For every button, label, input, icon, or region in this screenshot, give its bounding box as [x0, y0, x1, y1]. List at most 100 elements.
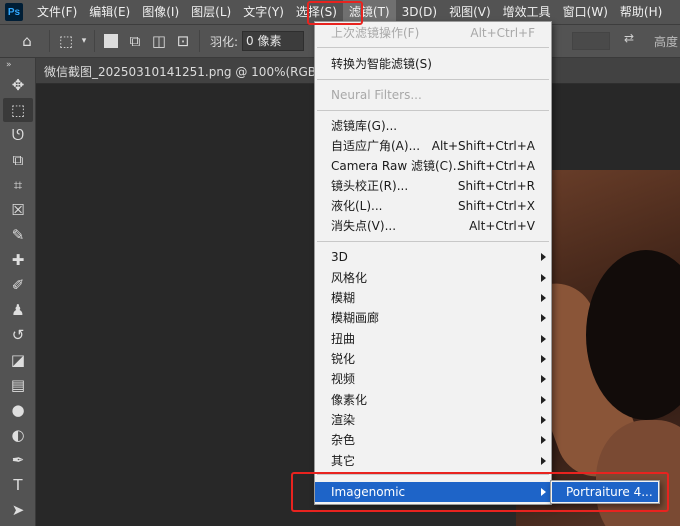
gradient-tool-icon[interactable]: ▤: [3, 373, 33, 397]
feather-input[interactable]: 0 像素: [242, 31, 305, 51]
frame-tool-icon[interactable]: ☒: [3, 198, 33, 222]
menu-other[interactable]: 其它: [315, 451, 551, 471]
shortcut-label: Alt+Shift+Ctrl+A: [431, 139, 535, 153]
menu-camera-raw[interactable]: Camera Raw 滤镜(C)... Shift+Ctrl+A: [315, 156, 551, 176]
menu-item-label: Neural Filters...: [331, 88, 422, 102]
crop-tool-icon[interactable]: ⌗: [3, 173, 33, 197]
menu-window[interactable]: 窗口(W): [557, 0, 614, 24]
divider: [199, 30, 200, 52]
divider: [49, 30, 50, 52]
menu-filter-gallery[interactable]: 滤镜库(G)...: [315, 116, 551, 136]
width-input[interactable]: [572, 32, 610, 50]
submenu-arrow-icon: [541, 416, 546, 424]
menu-item-label: Camera Raw 滤镜(C)...: [331, 159, 465, 173]
menu-item-label: 杂色: [331, 433, 356, 447]
menu-separator: [317, 79, 549, 80]
menu-item-label: 扭曲: [331, 332, 356, 346]
menu-type[interactable]: 文字(Y): [237, 0, 290, 24]
submenu-arrow-icon: [541, 436, 546, 444]
intersect-selection-icon[interactable]: ⊡: [171, 29, 195, 53]
type-tool-icon[interactable]: T: [3, 473, 33, 497]
submenu-arrow-icon: [541, 294, 546, 302]
feather-label: 羽化:: [210, 34, 239, 49]
menu-item-label: 3D: [331, 250, 348, 264]
new-selection-icon[interactable]: [99, 29, 123, 53]
menu-last-filter: 上次滤镜操作(F) Alt+Ctrl+F: [315, 23, 551, 43]
swap-icon[interactable]: ⇄: [624, 31, 634, 45]
menu-item-label: 锐化: [331, 352, 356, 366]
menu-item-label: 镜头校正(R)...: [331, 179, 409, 193]
menu-video[interactable]: 视频: [315, 369, 551, 389]
menu-neural-filters: Neural Filters...: [315, 85, 551, 105]
menu-3d[interactable]: 3D: [315, 247, 551, 267]
shortcut-label: Shift+Ctrl+A: [458, 159, 535, 173]
menu-help[interactable]: 帮助(H): [614, 0, 668, 24]
submenu-arrow-icon: [541, 396, 546, 404]
menu-render[interactable]: 渲染: [315, 410, 551, 430]
menu-file[interactable]: 文件(F): [31, 0, 83, 24]
shortcut-label: Alt+Ctrl+V: [469, 219, 535, 233]
submenu-arrow-icon: [541, 274, 546, 282]
menu-separator: [317, 47, 549, 48]
path-select-tool-icon[interactable]: ➤: [3, 498, 33, 522]
menu-item-label: 转换为智能滤镜(S): [331, 57, 432, 71]
pen-tool-icon[interactable]: ✒: [3, 448, 33, 472]
history-brush-tool-icon[interactable]: ↺: [3, 323, 33, 347]
menu-vanishing-point[interactable]: 消失点(V)... Alt+Ctrl+V: [315, 216, 551, 236]
menu-item-label: 渲染: [331, 413, 356, 427]
shortcut-label: Shift+Ctrl+R: [457, 179, 535, 193]
menu-blur-gallery[interactable]: 模糊画廊: [315, 308, 551, 328]
document-tab[interactable]: 微信截图_20250310141251.png @ 100%(RGB/8#): [44, 60, 342, 84]
healing-brush-tool-icon[interactable]: ✚: [3, 248, 33, 272]
submenu-arrow-icon: [541, 375, 546, 383]
brush-tool-icon[interactable]: ✐: [3, 273, 33, 297]
menu-layer[interactable]: 图层(L): [185, 0, 237, 24]
shortcut-label: Alt+Ctrl+F: [470, 26, 535, 40]
photoshop-logo-icon: Ps: [5, 3, 23, 21]
menu-stylize[interactable]: 风格化: [315, 268, 551, 288]
collapse-icon[interactable]: »: [0, 58, 35, 72]
shortcut-label: Shift+Ctrl+X: [458, 199, 535, 213]
eyedropper-tool-icon[interactable]: ✎: [3, 223, 33, 247]
menu-edit[interactable]: 编辑(E): [83, 0, 136, 24]
submenu-arrow-icon: [541, 253, 546, 261]
submenu-arrow-icon: [541, 355, 546, 363]
home-icon[interactable]: ⌂: [15, 29, 39, 53]
marquee-preset-icon[interactable]: ⬚: [54, 29, 78, 53]
submenu-arrow-icon: [541, 335, 546, 343]
menu-item-label: 像素化: [331, 393, 368, 407]
menu-pixelate[interactable]: 像素化: [315, 390, 551, 410]
menu-liquify[interactable]: 液化(L)... Shift+Ctrl+X: [315, 196, 551, 216]
menu-item-label: 其它: [331, 454, 356, 468]
menu-noise[interactable]: 杂色: [315, 430, 551, 450]
dodge-tool-icon[interactable]: ◐: [3, 423, 33, 447]
submenu-arrow-icon: [541, 314, 546, 322]
menu-sharpen[interactable]: 锐化: [315, 349, 551, 369]
menu-adaptive-wide-angle[interactable]: 自适应广角(A)... Alt+Shift+Ctrl+A: [315, 136, 551, 156]
move-tool-icon[interactable]: ✥: [3, 73, 33, 97]
marquee-tool-icon[interactable]: ⬚: [3, 98, 33, 122]
menu-item-label: 自适应广角(A)...: [331, 139, 421, 153]
height-label: 高度: [654, 35, 679, 49]
divider: [94, 30, 95, 52]
menu-image[interactable]: 图像(I): [136, 0, 185, 24]
menu-distort[interactable]: 扭曲: [315, 329, 551, 349]
lasso-tool-icon[interactable]: ᘎ: [3, 123, 33, 147]
menu-item-label: 上次滤镜操作(F): [331, 26, 420, 40]
menu-item-label: 模糊画廊: [331, 311, 380, 325]
blur-tool-icon[interactable]: ●: [3, 398, 33, 422]
eraser-tool-icon[interactable]: ◪: [3, 348, 33, 372]
menu-blur[interactable]: 模糊: [315, 288, 551, 308]
stamp-tool-icon[interactable]: ♟: [3, 298, 33, 322]
menu-convert-smart-filter[interactable]: 转换为智能滤镜(S): [315, 54, 551, 74]
menu-separator: [317, 241, 549, 242]
menu-lens-correction[interactable]: 镜头校正(R)... Shift+Ctrl+R: [315, 176, 551, 196]
subtract-selection-icon[interactable]: ◫: [147, 29, 171, 53]
menu-item-label: 模糊: [331, 291, 356, 305]
tools-panel: » ✥ ⬚ ᘎ ⧉ ⌗ ☒ ✎ ✚ ✐ ♟ ↺ ◪ ▤ ● ◐ ✒ T ➤: [0, 58, 36, 526]
object-select-tool-icon[interactable]: ⧉: [3, 148, 33, 172]
menu-separator: [317, 110, 549, 111]
chevron-down-icon[interactable]: ▾: [78, 29, 90, 53]
add-selection-icon[interactable]: ⧉: [123, 29, 147, 53]
filter-menu: 上次滤镜操作(F) Alt+Ctrl+F 转换为智能滤镜(S) Neural F…: [314, 21, 552, 505]
